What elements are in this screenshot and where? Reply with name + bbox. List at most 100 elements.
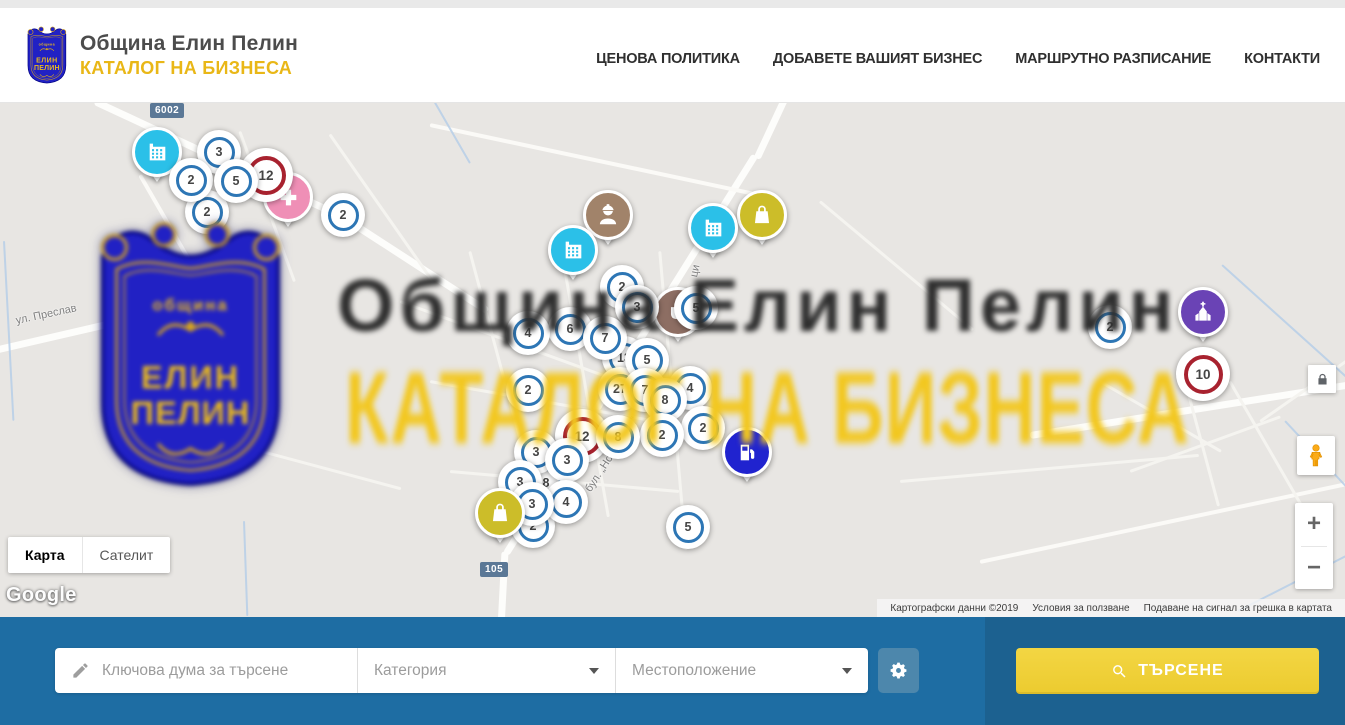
map-attribution: Картографски данни ©2019 Условия за полз…: [877, 599, 1345, 617]
cluster-count: 4: [551, 487, 582, 518]
search-bar: Категория Местоположение ТЪРСЕНЕ: [0, 617, 1345, 725]
map-road-line: [430, 123, 754, 196]
google-logo[interactable]: Google: [6, 584, 77, 607]
municipality-logo[interactable]: Община Елин Пелин КАТАЛОГ НА БИЗНЕСА: [24, 25, 298, 85]
cluster-marker[interactable]: 5: [674, 286, 718, 330]
street-label: ул. Преслав: [15, 302, 78, 327]
cluster-marker[interactable]: 3: [615, 285, 659, 329]
map-road-line: [900, 454, 1199, 483]
search-icon: [1111, 663, 1128, 680]
map-road-line: [980, 481, 1345, 564]
attribution-report-link[interactable]: Подаване на сигнал за грешка в картата: [1137, 603, 1339, 614]
pin-marker-church[interactable]: [1178, 287, 1228, 337]
cluster-marker[interactable]: 4: [506, 311, 550, 355]
category-dropdown[interactable]: Категория: [357, 648, 615, 693]
road-number-badge: 105: [480, 562, 508, 577]
map-water-line: [3, 241, 14, 421]
category-dropdown-value: Категория: [374, 662, 446, 680]
map-road-line: [1130, 415, 1281, 472]
map-road-line: [469, 251, 528, 464]
lock-button[interactable]: [1308, 365, 1336, 393]
cluster-count: 8: [650, 385, 681, 416]
cluster-marker[interactable]: 2: [1088, 305, 1132, 349]
cluster-marker[interactable]: 10: [1176, 347, 1230, 401]
cluster-count: 3: [622, 292, 653, 323]
cluster-count: 2: [688, 413, 719, 444]
pencil-icon: [71, 661, 90, 680]
pin-marker-bag[interactable]: [737, 190, 787, 240]
zoom-out-button[interactable]: −: [1295, 547, 1333, 590]
cluster-marker[interactable]: 8: [596, 415, 640, 459]
zoom-control: + −: [1295, 503, 1333, 589]
fuel-pump-icon: [735, 440, 760, 465]
map-type-satellite-button[interactable]: Сателит: [82, 537, 171, 573]
factory-icon: [701, 216, 726, 241]
map-type-map-button[interactable]: Карта: [8, 537, 82, 573]
cluster-count: 2: [328, 200, 359, 231]
nav-item-pricing[interactable]: ЦЕНОВА ПОЛИТИКА: [596, 51, 740, 67]
pin-marker-fuel[interactable]: [722, 427, 772, 477]
cluster-marker[interactable]: 2: [506, 368, 550, 412]
main-nav: ЦЕНОВА ПОЛИТИКА ДОБАВЕТЕ ВАШИЯТ БИЗНЕС М…: [596, 43, 1320, 67]
pin-circle: [1178, 287, 1228, 337]
cluster-marker[interactable]: 2: [640, 413, 684, 457]
pin-circle: [722, 427, 772, 477]
pin-circle: [475, 488, 525, 538]
search-fields: Категория Местоположение: [55, 648, 868, 693]
search-button-label: ТЪРСЕНЕ: [1138, 662, 1223, 680]
street-label: ци: [688, 264, 702, 279]
shopping-bag-icon: [487, 500, 513, 526]
map-road-line: [754, 103, 798, 160]
pin-circle: [737, 190, 787, 240]
advanced-settings-button[interactable]: [878, 648, 919, 693]
map-road-line: [819, 200, 974, 330]
nav-item-contacts[interactable]: КОНТАКТИ: [1244, 51, 1320, 67]
cluster-count: 5: [673, 512, 704, 543]
map-road-line: [150, 420, 402, 490]
map-canvas[interactable]: 6002105ул. Преславбул. „Новоселци“ци 221…: [0, 103, 1345, 617]
pin-marker-bag[interactable]: [475, 488, 525, 538]
pin-circle: [688, 203, 738, 253]
pin-marker-factory[interactable]: [688, 203, 738, 253]
site-header: Община Елин Пелин КАТАЛОГ НА БИЗНЕСА ЦЕН…: [0, 8, 1345, 103]
cluster-count: 5: [681, 293, 712, 324]
cluster-count: 2: [176, 165, 207, 196]
cluster-count: 2: [513, 375, 544, 406]
cluster-marker[interactable]: 7: [583, 316, 627, 360]
nav-item-bus-schedule[interactable]: МАРШРУТНО РАЗПИСАНИЕ: [1015, 51, 1211, 67]
pegman-icon: [1303, 443, 1329, 469]
cluster-count: 3: [552, 445, 583, 476]
site-title: Община Елин Пелин: [80, 32, 298, 56]
cluster-count: 5: [221, 166, 252, 197]
caret-down-icon: [589, 668, 599, 674]
keyword-search-input[interactable]: [102, 662, 341, 680]
cluster-marker[interactable]: 5: [214, 159, 258, 203]
search-button[interactable]: ТЪРСЕНЕ: [1016, 648, 1319, 694]
pin-circle: [548, 225, 598, 275]
cluster-marker[interactable]: 3: [545, 438, 589, 482]
cluster-count: 2: [1095, 312, 1126, 343]
coat-of-arms-icon: [24, 25, 70, 85]
lock-icon: [1315, 372, 1330, 387]
cluster-count: 4: [513, 318, 544, 349]
watermark-title: Община Елин Пелин: [337, 269, 1178, 343]
site-subtitle: КАТАЛОГ НА БИЗНЕСА: [80, 58, 298, 79]
attribution-copyright: Картографски данни ©2019: [883, 603, 1025, 614]
factory-icon: [561, 238, 586, 263]
cluster-marker[interactable]: 2: [681, 406, 725, 450]
worker-icon: [595, 202, 621, 228]
shopping-bag-icon: [749, 202, 775, 228]
cluster-marker[interactable]: 2: [321, 193, 365, 237]
map-type-control: Карта Сателит: [8, 537, 170, 573]
zoom-in-button[interactable]: +: [1295, 503, 1333, 546]
road-number-badge: 6002: [150, 103, 184, 118]
street-view-pegman-button[interactable]: [1297, 436, 1335, 475]
cluster-marker[interactable]: 5: [666, 505, 710, 549]
pin-marker-factory[interactable]: [548, 225, 598, 275]
attribution-terms-link[interactable]: Условия за ползване: [1025, 603, 1136, 614]
keyword-field[interactable]: [55, 648, 357, 693]
page-top-strip: [0, 0, 1345, 8]
location-dropdown[interactable]: Местоположение: [615, 648, 868, 693]
cluster-marker[interactable]: 2: [169, 158, 213, 202]
nav-item-add-business[interactable]: ДОБАВЕТЕ ВАШИЯТ БИЗНЕС: [773, 51, 982, 67]
